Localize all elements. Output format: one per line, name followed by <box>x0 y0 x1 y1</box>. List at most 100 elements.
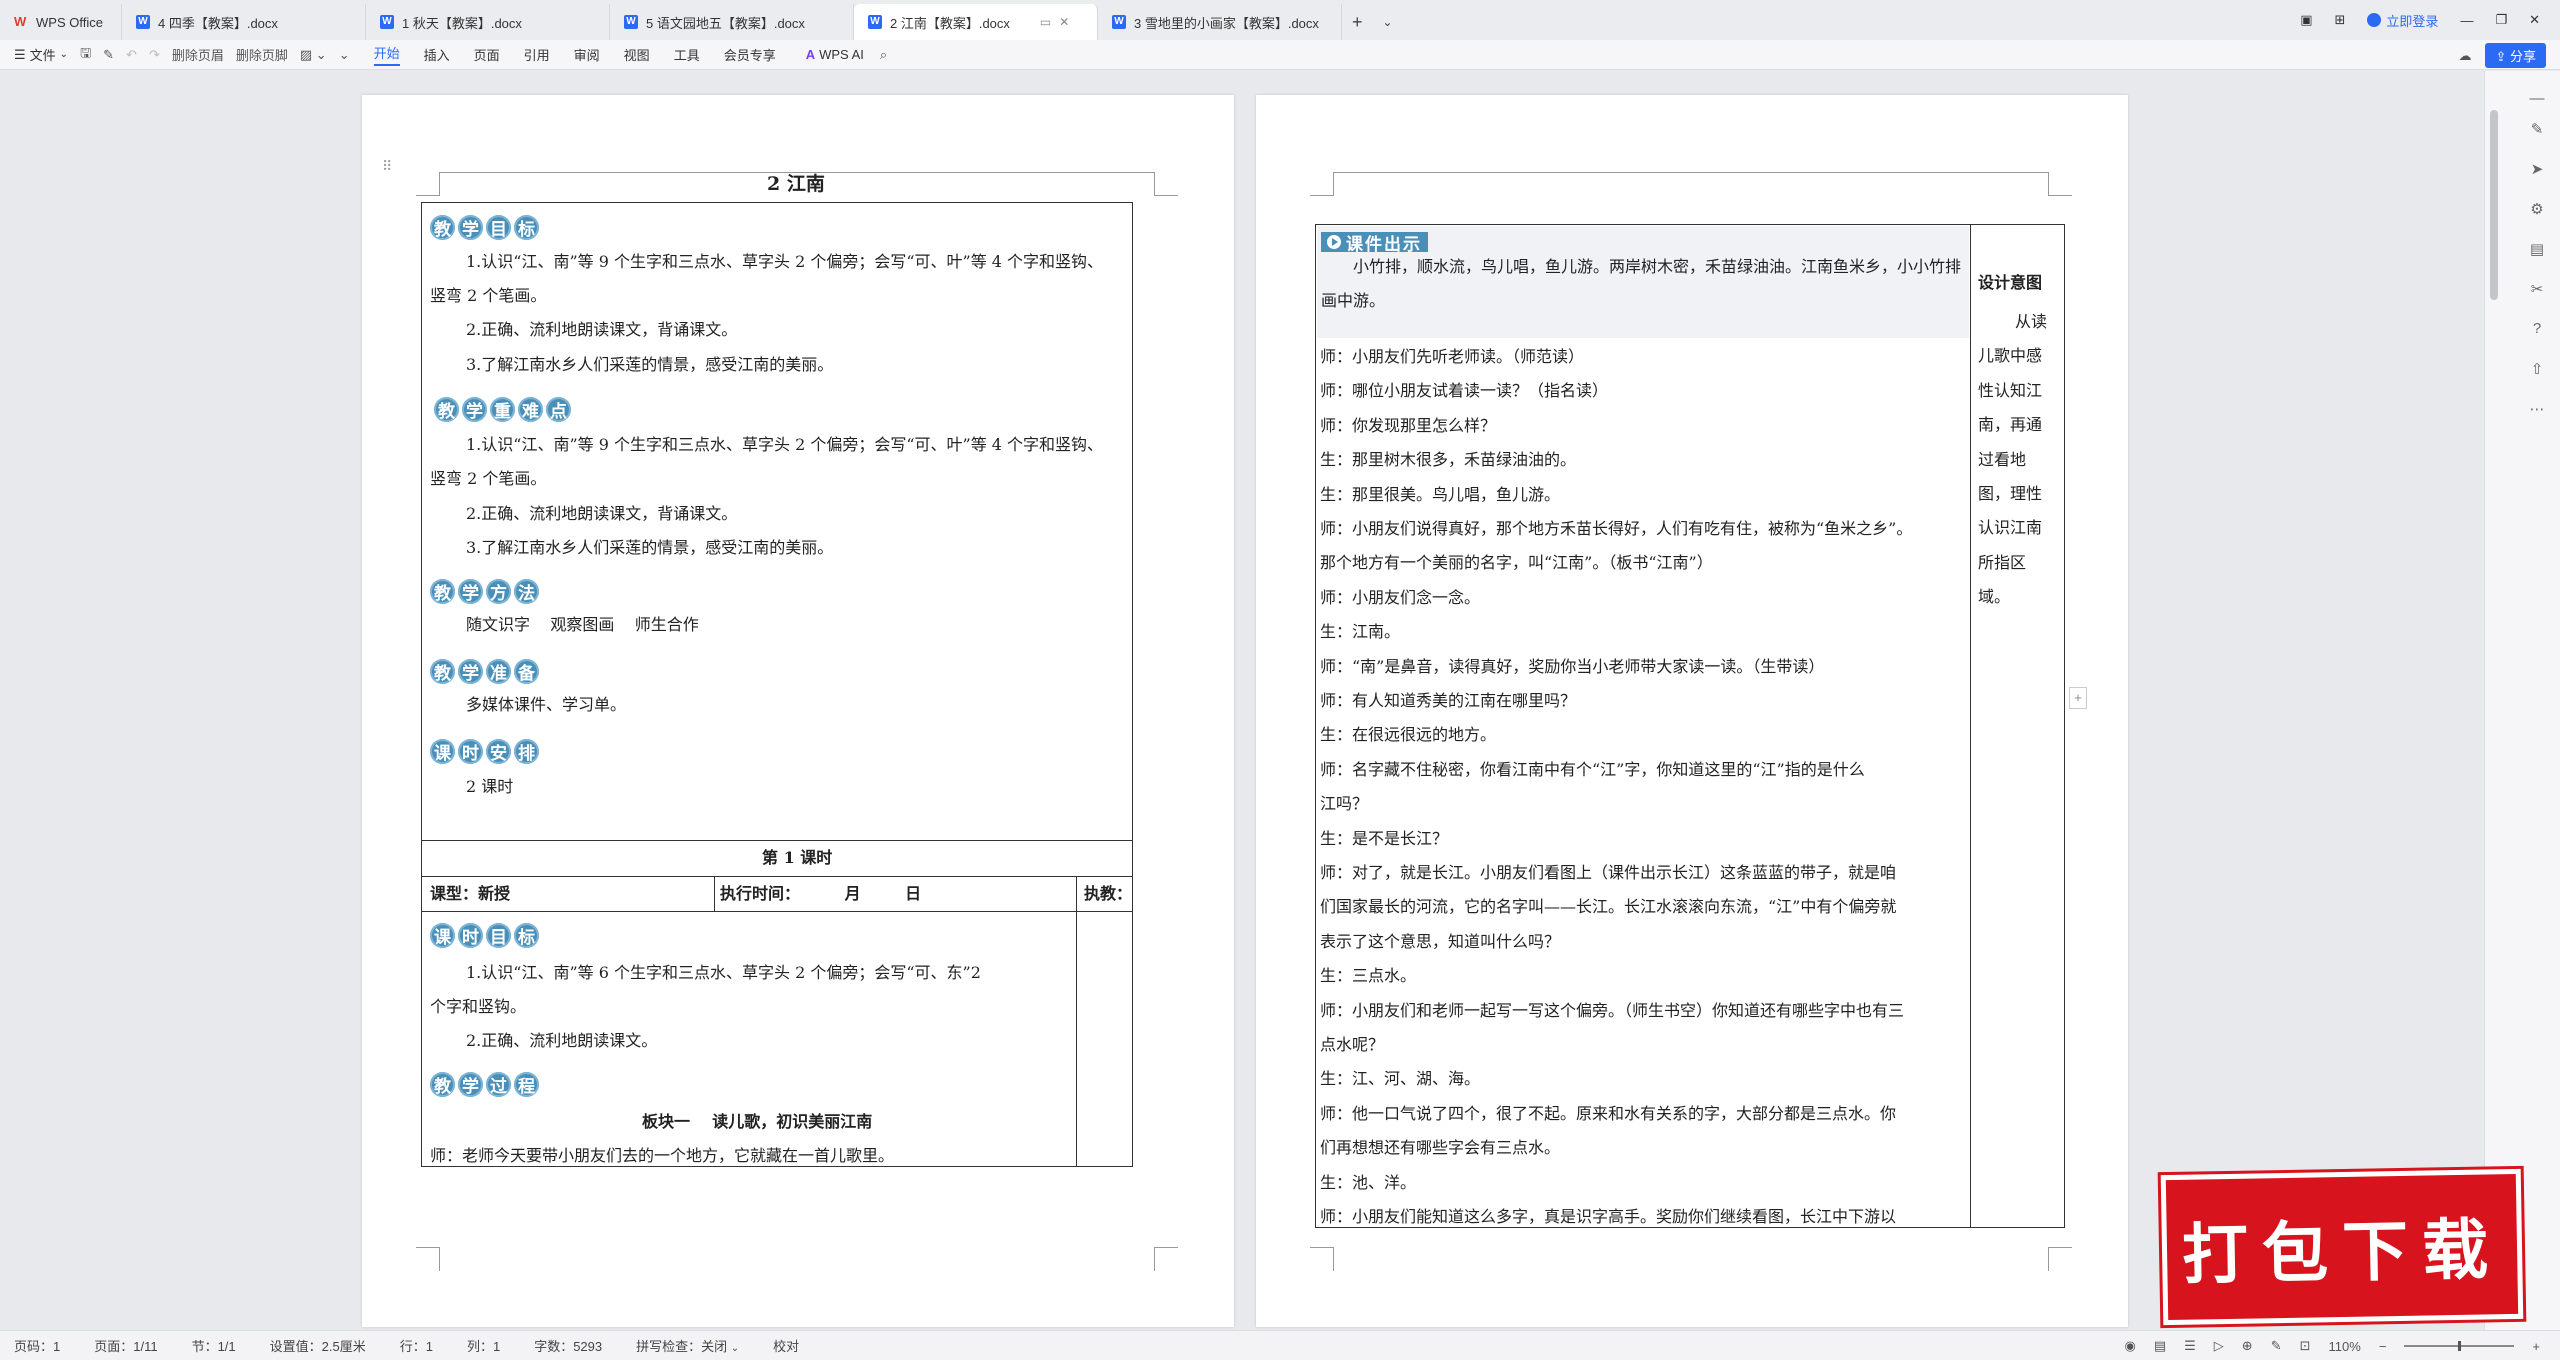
tab-list-chevron-icon[interactable]: ⌄ <box>1373 4 1403 40</box>
more-icon[interactable]: ⋯ <box>2527 400 2547 420</box>
status-bar: 页码：1 页面：1/11 节：1/1 设置值：2.5厘米 行：1 列：1 字数：… <box>0 1330 2560 1360</box>
tab-page[interactable]: 页面 <box>474 45 500 64</box>
download-promo-stamp[interactable]: 打包下载 <box>2160 1168 2524 1326</box>
play-view-icon[interactable]: ▷ <box>2214 1338 2224 1354</box>
grid-icon[interactable]: ⊞ <box>2335 12 2346 28</box>
footer-corner-left <box>1310 1247 1334 1271</box>
fit-page-icon[interactable]: ⊡ <box>2300 1338 2311 1354</box>
status-setting-value[interactable]: 设置值：2.5厘米 <box>270 1336 366 1355</box>
image-icon[interactable]: ▤ <box>2527 240 2547 260</box>
difficulty-line: 3.了解江南水乡人们采莲的情景，感受江南的美丽。 <box>466 538 834 557</box>
tab-reference[interactable]: 引用 <box>524 45 550 64</box>
goal-line: 3.了解江南水乡人们采莲的情景，感受江南的美丽。 <box>466 355 834 374</box>
add-page-icon[interactable]: + <box>2069 687 2087 709</box>
page-view-icon[interactable]: ▤ <box>2154 1338 2166 1354</box>
badge-teaching-goals: 教 学 目 标 <box>430 215 539 240</box>
share-button[interactable]: ⇪ 分享 <box>2485 43 2546 68</box>
header-line <box>1334 172 2049 173</box>
login-button[interactable]: 立即登录 <box>2367 11 2438 30</box>
status-page-count[interactable]: 页面：1/11 <box>94 1336 157 1355</box>
page-setup-icon[interactable]: ▨ ⌄ <box>300 47 327 63</box>
tab-insert[interactable]: 插入 <box>424 45 450 64</box>
select-cursor-icon[interactable]: ➤ <box>2527 160 2547 180</box>
status-spellcheck[interactable]: 拼写检查：关闭 ⌄ <box>636 1336 739 1355</box>
file-menu[interactable]: ☰ 文件 ⌄ <box>14 45 68 64</box>
save-icon[interactable]: 🖫 <box>80 44 91 66</box>
share-label: 分享 <box>2509 49 2536 64</box>
tools-icon[interactable]: ✂ <box>2527 280 2547 300</box>
tab-doc-1[interactable]: W 1 秋天【教案】.docx <box>366 4 610 40</box>
tab-doc-2-active[interactable]: W 2 江南【教案】.docx ▭ ✕ <box>854 4 1098 40</box>
zoom-in-icon[interactable]: + <box>2532 1339 2540 1354</box>
help-icon[interactable]: ? <box>2527 320 2547 340</box>
more-chevron-icon[interactable]: ⌄ <box>339 47 350 63</box>
delete-header-button[interactable]: 删除页眉 <box>172 45 224 64</box>
collapse-icon[interactable]: — <box>2527 90 2547 110</box>
eye-protect-icon[interactable]: ◉ <box>2125 1338 2136 1354</box>
wps-ai-button[interactable]: A WPS AI <box>806 47 864 62</box>
badge-char: 排 <box>514 739 539 764</box>
word-doc-icon: W <box>380 15 394 29</box>
badge-char: 教 <box>434 397 459 422</box>
dialogue-line: 生：三点水。 <box>1320 966 1417 986</box>
restore-icon[interactable]: ❐ <box>2495 12 2507 28</box>
tab-member[interactable]: 会员专享 <box>724 45 776 64</box>
outline-view-icon[interactable]: ☰ <box>2184 1338 2196 1354</box>
tab-label: 2 江南【教案】.docx <box>890 15 1010 31</box>
tab-label: 1 秋天【教案】.docx <box>402 15 522 31</box>
new-tab-icon[interactable]: + <box>1342 4 1373 40</box>
tab-doc-3[interactable]: W 3 雪地里的小画家【教案】.docx <box>1098 4 1342 40</box>
undo-icon[interactable]: ↶ <box>126 47 137 63</box>
status-word-count[interactable]: 字数：5293 <box>534 1336 602 1355</box>
goal-line: 1.认识“江、南”等 9 个生字和三点水、草字头 2 个偏旁；会写“可、叶”等 … <box>466 252 1104 271</box>
page-2[interactable]: 课件出示 小竹排，顺水流，鸟儿唱，鱼儿游。两岸树木密，禾苗绿油油。江南鱼米乡，小… <box>1256 95 2128 1327</box>
cloud-sync-icon[interactable]: ☁ <box>2458 48 2471 64</box>
status-right: ◉ ▤ ☰ ▷ ⊕ ✎ ⊡ 110% − + <box>2125 1331 2541 1360</box>
tab-review[interactable]: 审阅 <box>574 45 600 64</box>
tab-home[interactable]: 开始 <box>373 43 400 66</box>
status-row[interactable]: 行：1 <box>400 1336 433 1355</box>
drag-handle-icon[interactable]: ⠿ <box>382 159 392 175</box>
close-window-icon[interactable]: ✕ <box>2529 12 2540 28</box>
badge-char: 方 <box>486 579 511 604</box>
zoom-level[interactable]: 110% <box>2329 1339 2361 1354</box>
design-intent-title: 设计意图 <box>1978 273 2043 292</box>
share-box-icon[interactable]: ⇧ <box>2527 360 2547 380</box>
tab-close-icon[interactable]: ✕ <box>1059 15 1069 29</box>
tab-doc-5[interactable]: W 5 语文园地五【教案】.docx <box>610 4 854 40</box>
tab-tools[interactable]: 工具 <box>674 45 700 64</box>
delete-footer-button[interactable]: 删除页脚 <box>236 45 288 64</box>
document-workspace[interactable]: ⠿ 2 江南 教 学 目 标 1.认识“江、南”等 9 个生字和三点水、草字头 … <box>0 71 2484 1330</box>
status-page-number[interactable]: 页码：1 <box>14 1336 60 1355</box>
minimize-icon[interactable]: — <box>2460 13 2473 28</box>
badge-char: 学 <box>458 659 483 684</box>
schedule-text: 2 课时 <box>466 777 514 796</box>
zoom-out-icon[interactable]: − <box>2379 1339 2387 1354</box>
write-view-icon[interactable]: ✎ <box>2271 1338 2282 1354</box>
dialogue-line: 点水呢？ <box>1320 1035 1385 1054</box>
adjust-icon[interactable]: ⚙ <box>2527 200 2547 220</box>
courseware-label: 课件出示 <box>1321 232 1428 255</box>
page-1[interactable]: ⠿ 2 江南 教 学 目 标 1.认识“江、南”等 9 个生字和三点水、草字头 … <box>362 95 1234 1327</box>
wps-logo-icon: W <box>14 14 27 29</box>
format-painter-icon[interactable]: ✎ <box>103 47 114 63</box>
badge-char: 备 <box>514 659 539 684</box>
badge-char: 难 <box>518 397 543 422</box>
redo-icon[interactable]: ↷ <box>149 47 160 63</box>
menubar-right: ☁ ⇪ 分享 <box>2458 43 2546 68</box>
web-view-icon[interactable]: ⊕ <box>2242 1338 2253 1354</box>
courseware-box: 课件出示 小竹排，顺水流，鸟儿唱，鱼儿游。两岸树木密，禾苗绿油油。江南鱼米乡，小… <box>1317 226 1969 338</box>
status-section[interactable]: 节：1/1 <box>192 1336 236 1355</box>
vertical-scrollbar[interactable] <box>2490 110 2498 300</box>
edit-pen-icon[interactable]: ✎ <box>2527 120 2547 140</box>
search-icon[interactable]: ⌕ <box>880 47 887 63</box>
zoom-slider[interactable] <box>2404 1341 2515 1351</box>
window-layout-icon[interactable]: ▣ <box>2300 12 2312 28</box>
tab-doc-4[interactable]: W 4 四季【教案】.docx <box>122 4 366 40</box>
tab-wps-home[interactable]: W WPS Office <box>0 4 122 40</box>
status-col[interactable]: 列：1 <box>467 1336 500 1355</box>
tab-window-icon[interactable]: ▭ <box>1040 15 1051 29</box>
tab-view[interactable]: 视图 <box>624 45 650 64</box>
status-proofread[interactable]: 校对 <box>773 1336 799 1355</box>
hamburger-icon: ☰ <box>14 46 26 62</box>
